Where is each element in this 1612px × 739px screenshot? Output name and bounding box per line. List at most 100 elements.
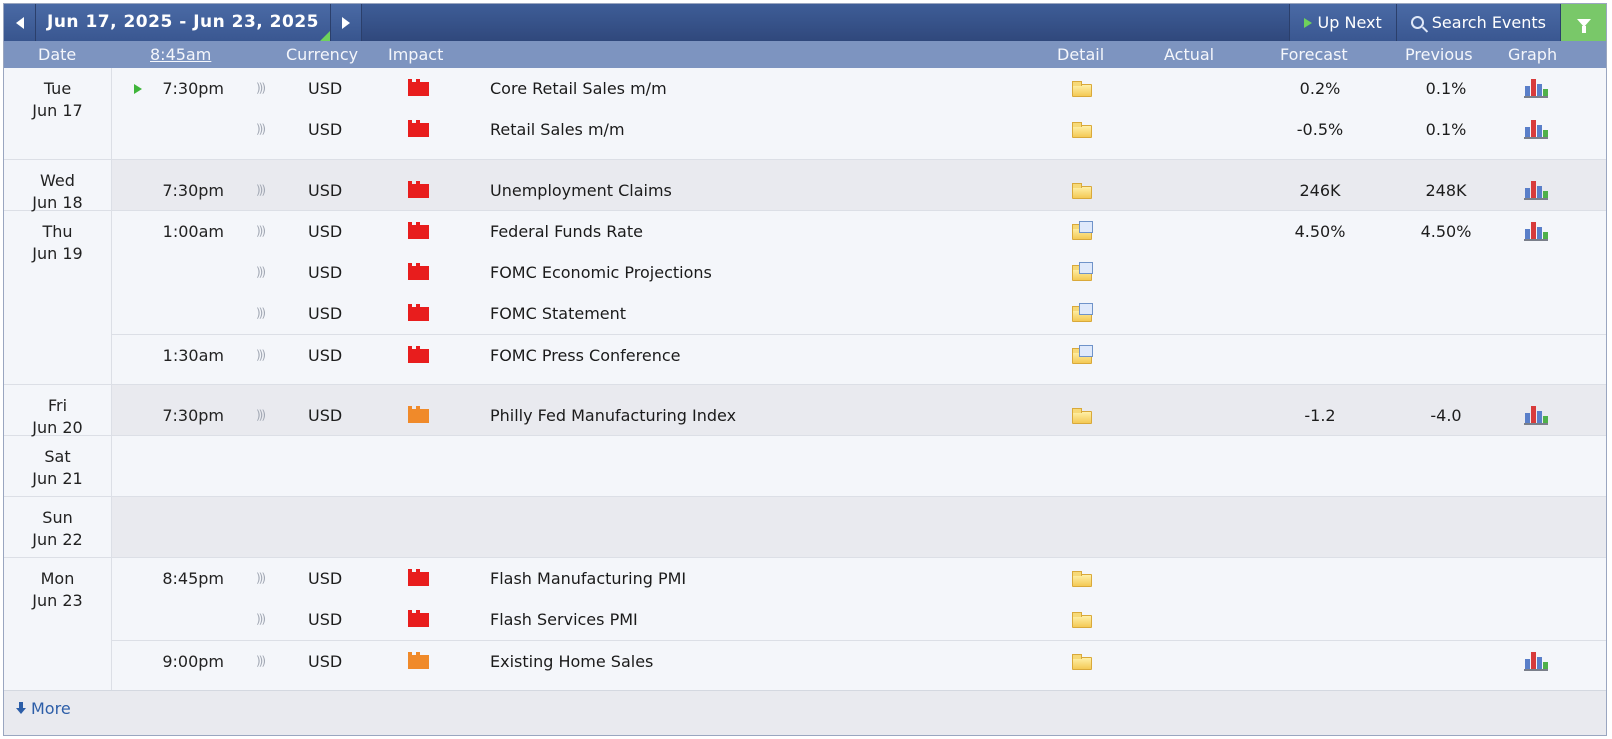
high-impact-icon[interactable] [408,610,429,627]
sound-alert-icon[interactable]: ))) [256,121,270,138]
detail-button[interactable] [1072,183,1092,199]
event-title[interactable]: FOMC Economic Projections [490,252,712,293]
event-currency: USD [308,346,343,365]
event-currency: USD [308,569,343,588]
event-title[interactable]: FOMC Statement [490,293,626,334]
event-row[interactable]: 8:45pm))) USD Flash Manufacturing PMI [112,558,1606,599]
event-row[interactable]: ))) USD FOMC Statement [112,293,1606,334]
event-forecast: 0.2% [1299,79,1341,98]
detail-button[interactable] [1072,221,1093,240]
date-cell: Mon Jun 23 [4,558,112,690]
more-label: More [31,699,71,718]
document-icon [1079,262,1093,274]
medium-impact-icon[interactable] [408,406,429,423]
high-impact-icon[interactable] [408,120,429,137]
day-group: Fri Jun 20 7:30pm))) USD Philly Fed Manufact… [4,385,1606,437]
high-impact-icon[interactable] [408,346,429,363]
day-weekday: Wed [40,171,75,190]
day-date: Jun 21 [32,469,83,488]
graph-icon[interactable] [1524,221,1548,241]
folder-icon [1072,122,1092,138]
event-row[interactable]: ))) USD Flash Services PMI [112,599,1606,640]
date-range-label: Jun 17, 2025 - Jun 23, 2025 [47,12,319,32]
detail-button[interactable] [1072,571,1092,587]
sound-alert-icon[interactable]: ))) [256,80,270,97]
graph-icon[interactable] [1524,78,1548,98]
event-row[interactable]: 1:30am))) USD FOMC Press Conference [112,334,1606,375]
date-range-selector[interactable]: Jun 17, 2025 - Jun 23, 2025 [36,4,330,41]
event-row[interactable]: 9:00pm))) USD Existing Home Sales [112,640,1606,681]
date-cell: Thu Jun 19 [4,211,112,384]
graph-icon[interactable] [1524,651,1548,671]
previous-week-button[interactable] [4,4,36,41]
filter-button[interactable] [1560,4,1606,41]
event-row[interactable]: 1:00am))) USD Federal Funds Rate 4.50% 4.50% [112,211,1606,252]
document-icon [1079,303,1093,315]
event-title[interactable]: Unemployment Claims [490,170,672,211]
detail-button[interactable] [1072,122,1092,138]
up-next-button[interactable]: Up Next [1288,4,1396,41]
up-next-label: Up Next [1317,13,1382,32]
detail-button[interactable] [1072,262,1093,281]
event-title[interactable]: Flash Services PMI [490,599,638,640]
event-time-label: 9:00pm [162,652,224,671]
sound-alert-icon[interactable]: ))) [256,223,270,240]
sound-alert-icon[interactable]: ))) [256,407,270,424]
event-title[interactable]: Core Retail Sales m/m [490,68,667,109]
sound-alert-icon[interactable]: ))) [256,347,270,364]
day-group: Wed Jun 18 7:30pm))) USD Unemployment Claims… [4,160,1606,212]
event-currency: USD [308,181,343,200]
detail-button[interactable] [1072,303,1093,322]
event-row[interactable]: ))) USD FOMC Economic Projections [112,252,1606,293]
date-cell: Wed Jun 18 [4,160,112,212]
detail-button[interactable] [1072,612,1092,628]
sound-alert-icon[interactable]: ))) [256,611,270,628]
sound-alert-icon[interactable]: ))) [256,570,270,587]
event-row[interactable]: 7:30pm))) USD Philly Fed Manufacturing Ind… [112,395,1606,436]
day-weekday: Sat [44,447,71,466]
event-title[interactable]: FOMC Press Conference [490,335,680,376]
day-weekday: Thu [42,222,73,241]
graph-icon[interactable] [1524,405,1548,425]
event-title[interactable]: Existing Home Sales [490,641,653,682]
event-title[interactable]: Retail Sales m/m [490,109,625,150]
high-impact-icon[interactable] [408,304,429,321]
col-time-zone[interactable]: 8:45am [150,41,211,68]
sound-alert-icon[interactable]: ))) [256,653,270,670]
event-time: 1:30am [146,335,224,376]
high-impact-icon[interactable] [408,222,429,239]
event-forecast: -1.2 [1304,406,1336,425]
day-group: Mon Jun 23 8:45pm))) USD Flash Manufacturing… [4,558,1606,691]
medium-impact-icon[interactable] [408,652,429,669]
sound-alert-icon[interactable]: ))) [256,264,270,281]
high-impact-icon[interactable] [408,263,429,280]
col-impact: Impact [388,45,444,64]
event-row[interactable]: 7:30pm))) USD Unemployment Claims 246K 248K [112,170,1606,211]
day-group: Tue Jun 17 7:30pm))) USD Core Retail Sales m… [4,68,1606,160]
graph-icon[interactable] [1524,180,1548,200]
folder-icon [1072,183,1092,199]
col-actual: Actual [1164,45,1215,64]
detail-button[interactable] [1072,654,1092,670]
search-events-button[interactable]: Search Events [1395,4,1560,41]
high-impact-icon[interactable] [408,181,429,198]
event-row[interactable]: ))) USD Retail Sales m/m -0.5% 0.1% [112,109,1606,150]
detail-button[interactable] [1072,81,1092,97]
event-title[interactable]: Federal Funds Rate [490,211,643,252]
day-date: Jun 17 [32,101,83,120]
sound-alert-icon[interactable]: ))) [256,182,270,199]
graph-icon[interactable] [1524,119,1548,139]
sound-alert-icon[interactable]: ))) [256,305,270,322]
detail-button[interactable] [1072,408,1092,424]
more-link[interactable]: More [16,699,71,718]
high-impact-icon[interactable] [408,79,429,96]
event-forecast: 4.50% [1294,222,1346,241]
event-title[interactable]: Flash Manufacturing PMI [490,558,686,599]
date-cell: Sat Jun 21 [4,436,112,496]
detail-button[interactable] [1072,345,1093,364]
high-impact-icon[interactable] [408,569,429,586]
document-icon [1079,345,1093,357]
event-title[interactable]: Philly Fed Manufacturing Index [490,395,736,436]
event-row[interactable]: 7:30pm))) USD Core Retail Sales m/m 0.2% 0.1… [112,68,1606,109]
next-week-button[interactable] [330,4,362,41]
